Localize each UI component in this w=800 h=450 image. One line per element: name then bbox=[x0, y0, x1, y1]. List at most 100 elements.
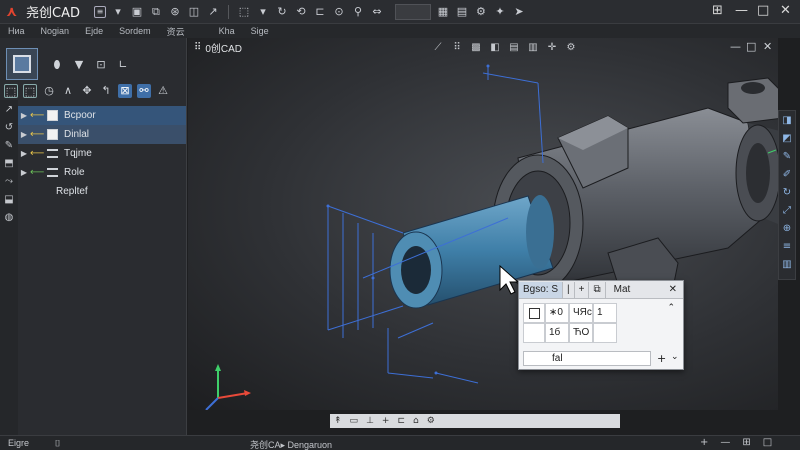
camera-icon[interactable]: ⊡ bbox=[94, 58, 108, 72]
layout-icon[interactable]: □ bbox=[763, 437, 772, 448]
tile-window-icon[interactable]: ⊞ bbox=[712, 3, 723, 18]
tree-item[interactable]: ▶ ⟵ Bcpoor bbox=[18, 106, 186, 125]
expand-icon[interactable]: ▶ bbox=[18, 111, 30, 120]
property-cell[interactable]: 1 bbox=[593, 303, 617, 323]
move-icon[interactable]: ✥ bbox=[80, 84, 94, 98]
dropdown-icon[interactable]: ▾ bbox=[111, 5, 125, 19]
line-icon[interactable]: ↗ bbox=[3, 104, 15, 116]
display-icon[interactable]: ▥ bbox=[781, 259, 793, 271]
zoom-in-icon[interactable]: + bbox=[700, 437, 708, 448]
fit-icon[interactable]: ⤢ bbox=[781, 205, 793, 217]
status-icon[interactable]: ⌷ bbox=[47, 438, 60, 449]
chevron-up-icon[interactable]: ⌃ bbox=[667, 303, 675, 313]
extrude-icon[interactable]: ⬒ bbox=[3, 158, 15, 170]
close-button[interactable]: ✕ bbox=[780, 3, 791, 18]
menu-item-2[interactable]: Nogian bbox=[33, 26, 78, 36]
settings-icon[interactable]: ⚙ bbox=[427, 416, 435, 426]
select-icon[interactable]: ⬚ bbox=[237, 5, 251, 19]
menu-item-4[interactable]: Sordem bbox=[111, 26, 159, 36]
return-icon[interactable]: ↰ bbox=[99, 84, 113, 98]
file-icon[interactable]: ≡ bbox=[93, 5, 106, 18]
dim-icon[interactable]: ⊥ bbox=[366, 416, 374, 426]
chevron-down-icon[interactable]: ⌄ bbox=[671, 352, 679, 362]
axis-triad[interactable] bbox=[205, 364, 251, 410]
transform-icon[interactable]: ↗ bbox=[206, 5, 220, 19]
globe-icon[interactable]: ⊛ bbox=[168, 5, 182, 19]
command-field[interactable] bbox=[394, 3, 431, 20]
tree-item[interactable]: ▶ ⟵ Dinlal bbox=[18, 125, 186, 144]
clock-icon[interactable]: ◷ bbox=[42, 84, 56, 98]
property-cell[interactable] bbox=[523, 323, 545, 343]
lock-icon[interactable]: ⌂ bbox=[413, 416, 419, 426]
box-select-icon[interactable]: ⊠ bbox=[118, 84, 132, 98]
filter-icon[interactable]: ▼ bbox=[72, 58, 86, 72]
property-checkbox[interactable] bbox=[523, 303, 545, 323]
property-cell[interactable] bbox=[593, 323, 617, 343]
sketch-tool-button[interactable] bbox=[6, 48, 38, 80]
zoom-icon[interactable]: ⊙ bbox=[332, 5, 346, 19]
property-cell[interactable]: ∗0 bbox=[545, 303, 569, 323]
star-icon[interactable]: ✦ bbox=[493, 5, 507, 19]
pointer-icon[interactable]: ➤ bbox=[512, 5, 526, 19]
search-icon[interactable]: ⚲ bbox=[351, 5, 365, 19]
pen-icon[interactable]: ✎ bbox=[3, 140, 15, 152]
warning-icon[interactable]: ⚠ bbox=[156, 84, 170, 98]
tab-divider[interactable]: | bbox=[563, 281, 575, 298]
menu-item-1[interactable]: Ниа bbox=[0, 26, 33, 36]
expand-icon[interactable]: ▶ bbox=[18, 168, 30, 177]
property-cell[interactable]: ЋО bbox=[569, 323, 593, 343]
link-icon[interactable]: ⚯ bbox=[137, 84, 151, 98]
image-icon[interactable]: ▣ bbox=[130, 5, 144, 19]
fillet-icon[interactable]: ◍ bbox=[3, 212, 15, 224]
menu-item-5[interactable]: 资云 bbox=[159, 25, 193, 38]
grid-icon[interactable]: ▦ bbox=[436, 5, 450, 19]
property-cell[interactable]: 1б bbox=[545, 323, 569, 343]
expand-icon[interactable]: ▶ bbox=[18, 149, 30, 158]
rotate-icon[interactable]: ↻ bbox=[781, 187, 793, 199]
expand-icon[interactable]: ▶ bbox=[18, 130, 30, 139]
view-top-icon[interactable]: ◩ bbox=[781, 133, 793, 145]
cube-icon[interactable]: ◫ bbox=[187, 5, 201, 19]
corner-icon[interactable]: ∟ bbox=[116, 58, 130, 72]
edit-icon[interactable]: ✎ bbox=[781, 151, 793, 163]
view-front-icon[interactable]: ◨ bbox=[781, 115, 793, 127]
property-cell[interactable]: ЧЯс bbox=[569, 303, 593, 323]
tree-item[interactable]: ▶ ⟵ Tqjme bbox=[18, 144, 186, 163]
add-icon[interactable]: + bbox=[657, 352, 666, 365]
tab-add[interactable]: + bbox=[575, 281, 590, 298]
layers-icon[interactable]: ⧉ bbox=[149, 5, 163, 19]
menu-item-6[interactable]: Kha bbox=[211, 26, 243, 36]
paint-icon[interactable]: ✐ bbox=[781, 169, 793, 181]
zoom-out-icon[interactable]: — bbox=[720, 437, 730, 448]
arc-icon[interactable]: ↺ bbox=[3, 122, 15, 134]
tab-copy[interactable]: ⧉ bbox=[589, 281, 606, 298]
angle-icon[interactable]: ∧ bbox=[61, 84, 75, 98]
constraint-icon[interactable]: ⊏ bbox=[397, 416, 405, 426]
tree-item[interactable]: ▶ ⟵ Role bbox=[18, 163, 186, 182]
pan-icon[interactable]: ⟲ bbox=[294, 5, 308, 19]
arrow-up-icon[interactable]: ↟ bbox=[334, 416, 342, 426]
layers-icon[interactable]: ≡ bbox=[781, 241, 793, 253]
select-mode-icon[interactable]: ⬚ bbox=[4, 84, 18, 98]
tab-properties[interactable]: Bgso: S bbox=[519, 281, 564, 298]
zoom-icon[interactable]: ⊕ bbox=[781, 223, 793, 235]
close-icon[interactable]: ✕ bbox=[669, 284, 677, 295]
model-scene[interactable] bbox=[188, 38, 778, 410]
maximize-button[interactable]: □ bbox=[757, 3, 769, 18]
material-input[interactable]: fal bbox=[523, 351, 651, 366]
line-icon[interactable]: ▭ bbox=[350, 416, 359, 426]
view-icon[interactable]: ▤ bbox=[455, 5, 469, 19]
edit-mode-icon[interactable]: ⬚ bbox=[23, 84, 37, 98]
menu-item-3[interactable]: Ejde bbox=[77, 26, 111, 36]
settings-icon[interactable]: ⚙ bbox=[474, 5, 488, 19]
measure-icon[interactable]: ⊏ bbox=[313, 5, 327, 19]
scale-icon[interactable]: ⇔ bbox=[370, 5, 384, 19]
minimize-button[interactable]: — bbox=[735, 3, 748, 18]
cylinder-icon[interactable]: ⬮ bbox=[50, 58, 64, 72]
rotate-icon[interactable]: ↻ bbox=[275, 5, 289, 19]
add-icon[interactable]: + bbox=[382, 416, 390, 426]
grid-toggle-icon[interactable]: ⊞ bbox=[742, 437, 750, 448]
sweep-icon[interactable]: ⤳ bbox=[3, 176, 15, 188]
shell-icon[interactable]: ⬓ bbox=[3, 194, 15, 206]
dropdown-icon[interactable]: ▾ bbox=[256, 5, 270, 19]
